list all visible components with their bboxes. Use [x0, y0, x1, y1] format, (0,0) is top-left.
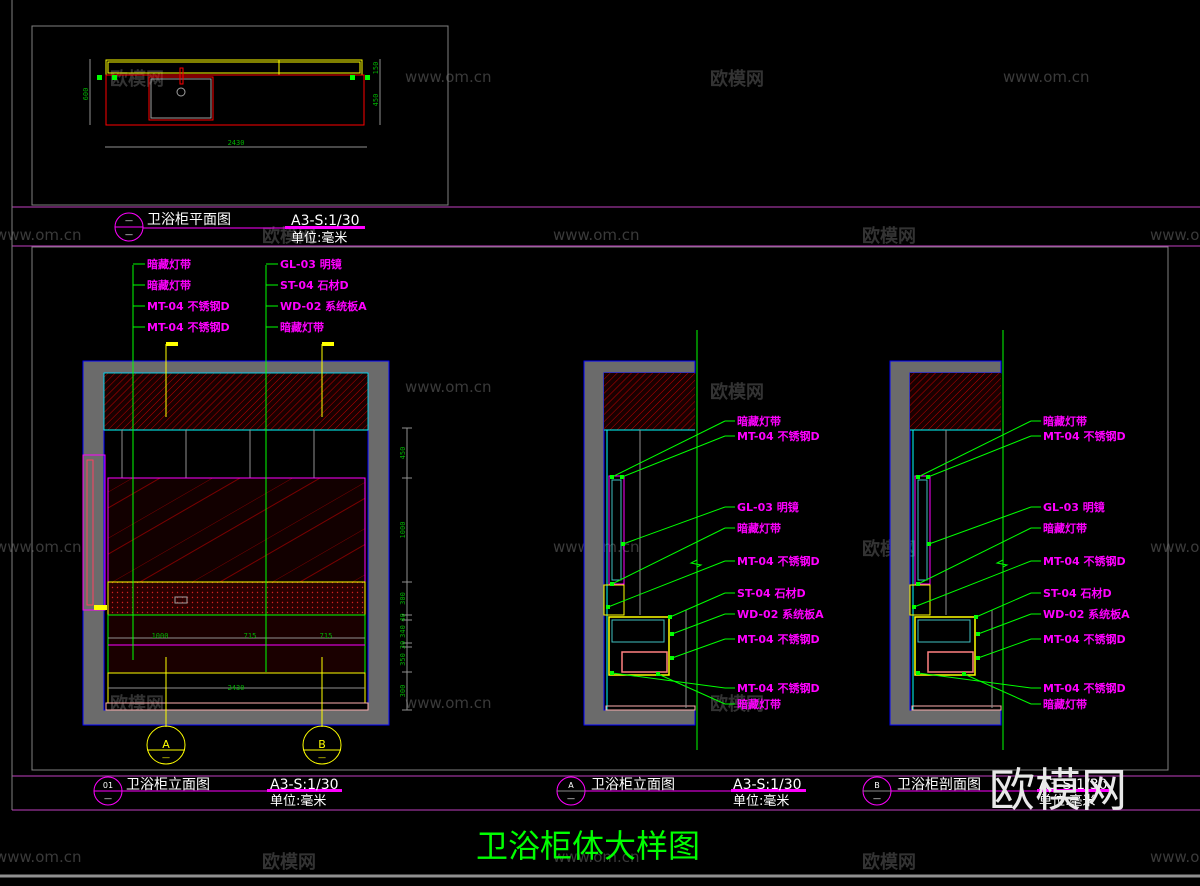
elev-dim-h-3: 715	[320, 632, 333, 640]
section-label: 暗藏灯带	[1043, 697, 1087, 711]
plan-title-block: — — 卫浴柜平面图 A3-S:1/30 单位:毫米	[114, 212, 365, 246]
elevation-label-right: GL-03 明镜	[280, 257, 342, 271]
callout-a: A —	[146, 725, 186, 765]
watermark-url: www.om.cn	[553, 226, 640, 244]
section-label: MT-04 不锈钢D	[737, 554, 820, 568]
sheet-title: 卫浴柜体大样图	[476, 827, 700, 865]
callout-b-sub: —	[318, 753, 326, 762]
elevation-label-left: MT-04 不锈钢D	[147, 299, 230, 313]
watermark-url: www.om.cn	[1150, 226, 1200, 244]
cad-canvas: www.om.cn www.om.cn www.om.cn www.om.cn www.…	[0, 0, 1200, 878]
section-label: WD-02 系统板A	[737, 607, 824, 621]
plan-dim-width: 2430	[228, 139, 245, 147]
callout-a-letter: A	[162, 738, 170, 751]
elevation-label-left: 暗藏灯带	[147, 257, 191, 271]
watermark-url: www.om.cn	[1003, 68, 1090, 86]
elevation-dim-v: 40	[399, 613, 407, 621]
section-label: 暗藏灯带	[1043, 521, 1087, 535]
elevation-dim-v: 350	[399, 653, 407, 666]
plan-dim-depth: 600	[82, 88, 90, 101]
section-label: 暗藏灯带	[737, 697, 781, 711]
watermark-brand-large: 欧模网	[989, 763, 1127, 817]
section-label: WD-02 系统板A	[1043, 607, 1130, 621]
watermark-brand: 欧模网	[862, 225, 916, 247]
elevation-dim-v: 450	[399, 447, 407, 460]
section-label: MT-04 不锈钢D	[737, 681, 820, 695]
watermark-brand: 欧模网	[710, 381, 764, 403]
section-scale: A3-S:1/30	[733, 777, 802, 793]
section-label: MT-04 不锈钢D	[1043, 429, 1126, 443]
elevation-dim-v: 1000	[399, 522, 407, 539]
section-label: GL-03 明镜	[737, 500, 799, 514]
watermark-url: www.om.cn	[1150, 538, 1200, 556]
elevation-symbol-top: 01	[103, 781, 113, 790]
section-symbol-top: A	[568, 781, 574, 790]
elevation-view: 450 1000 300 40 340 30 350 300 1000 715 715 243…	[82, 257, 412, 765]
cad-drawing-sheet: www.om.cn www.om.cn www.om.cn www.om.cn www.…	[0, 0, 1200, 886]
section-label: ST-04 石材D	[1043, 586, 1112, 600]
section-label: 暗藏灯带	[737, 414, 781, 428]
section-a-title-block: A—卫浴柜立面图 A3-S:1/30单位:毫米	[556, 776, 806, 809]
plan-symbol-bottom: —	[125, 230, 133, 239]
elev-dim-h-2: 715	[244, 632, 257, 640]
plan-symbol-top: —	[125, 216, 133, 225]
watermark-url: www.om.cn	[0, 848, 82, 866]
section-b-view: 暗藏灯带MT-04 不锈钢DGL-03 明镜暗藏灯带MT-04 不锈钢DST-0…	[889, 330, 1130, 750]
section-symbol-bottom: —	[567, 794, 575, 803]
elevation-dim-v: 300	[399, 685, 407, 698]
elevation-label-right: WD-02 系统板A	[280, 299, 367, 313]
section-label: GL-03 明镜	[1043, 500, 1105, 514]
plan-dim-bottom: 450	[372, 94, 380, 107]
plan-title: 卫浴柜平面图	[147, 212, 231, 228]
elevation-unit: 单位:毫米	[270, 793, 326, 809]
plan-unit: 单位:毫米	[291, 230, 347, 246]
plan-dim-top: 150	[372, 62, 380, 75]
elevation-dim-v: 340	[399, 625, 407, 638]
section-symbol-top: B	[874, 781, 880, 790]
section-label: MT-04 不锈钢D	[1043, 554, 1126, 568]
elev-dim-total: 2430	[228, 684, 245, 692]
elevation-label-left: MT-04 不锈钢D	[147, 320, 230, 334]
elevation-label-left: 暗藏灯带	[147, 278, 191, 292]
callout-b: B —	[302, 725, 342, 765]
watermark-brand: 欧模网	[862, 851, 916, 873]
elevation-scale: A3-S:1/30	[270, 777, 339, 793]
section-label: MT-04 不锈钢D	[1043, 632, 1126, 646]
watermark-url: www.om.cn	[1150, 848, 1200, 866]
section-label: MT-04 不锈钢D	[737, 632, 820, 646]
elevation-dim-v: 300	[399, 592, 407, 605]
section-symbol-bottom: —	[873, 794, 881, 803]
callout-b-letter: B	[318, 738, 326, 751]
section-label: MT-04 不锈钢D	[1043, 681, 1126, 695]
callout-a-sub: —	[162, 753, 170, 762]
watermark-url: www.om.cn	[405, 694, 492, 712]
watermark-brand: 欧模网	[262, 851, 316, 873]
elevation-label-right: ST-04 石材D	[280, 278, 349, 292]
section-label: 暗藏灯带	[1043, 414, 1087, 428]
elev-dim-h-1: 1000	[152, 632, 169, 640]
section-label: 暗藏灯带	[737, 521, 781, 535]
elevation-dim-v: 30	[399, 641, 407, 649]
elevation-label-right: 暗藏灯带	[280, 320, 324, 334]
elevation-title-block: 01 — 卫浴柜立面图 A3-S:1/30 单位:毫米	[93, 776, 342, 809]
section-unit: 单位:毫米	[733, 793, 789, 809]
section-label: ST-04 石材D	[737, 586, 806, 600]
elevation-symbol-bottom: —	[104, 794, 112, 803]
watermark-url: www.om.cn	[405, 378, 492, 396]
watermark-brand: 欧模网	[710, 68, 764, 90]
plan-scale: A3-S:1/30	[291, 213, 360, 229]
section-label: MT-04 不锈钢D	[737, 429, 820, 443]
